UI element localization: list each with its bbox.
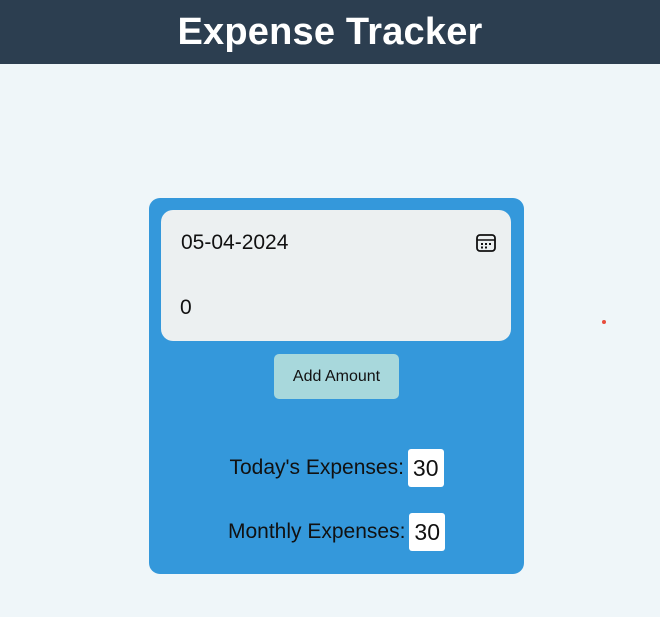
- today-expenses-label: Today's Expenses:: [229, 456, 404, 479]
- cursor-dot: [602, 320, 606, 324]
- date-input[interactable]: 05-04-2024: [181, 228, 497, 258]
- monthly-expenses-row: Monthly Expenses: 30: [149, 513, 524, 551]
- expense-form: 05-04-2024: [161, 210, 511, 341]
- today-expenses-value: 30: [407, 449, 444, 487]
- calendar-icon[interactable]: [475, 232, 497, 254]
- monthly-expenses-label: Monthly Expenses:: [227, 520, 406, 543]
- today-expenses-row: Today's Expenses: 30: [149, 449, 524, 487]
- date-value: 05-04-2024: [181, 231, 289, 254]
- expense-card: 05-04-2024 Add Amount Today's Expenses: …: [149, 198, 524, 574]
- amount-input[interactable]: [180, 293, 480, 323]
- add-amount-button[interactable]: Add Amount: [274, 354, 399, 399]
- page-title: Expense Tracker: [177, 10, 483, 53]
- app-header: Expense Tracker: [0, 0, 660, 64]
- monthly-expenses-value: 30: [409, 513, 446, 551]
